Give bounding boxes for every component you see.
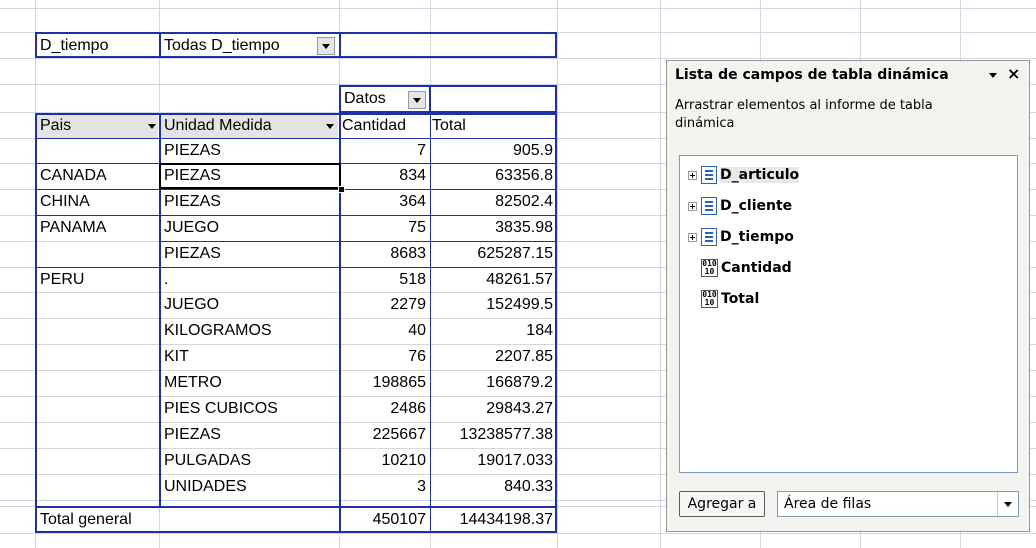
- page-field-divider-2: [339, 32, 341, 58]
- pivot-field-list-panel: Lista de campos de tabla dinámica × Arra…: [666, 60, 1030, 532]
- field-label: Total: [721, 291, 760, 307]
- field-label: D_tiempo: [720, 229, 794, 245]
- dimension-icon: [701, 228, 717, 246]
- page-field-divider: [159, 32, 161, 58]
- area-select[interactable]: Área de filas: [777, 491, 1019, 517]
- field-item[interactable]: 010 10 Cantidad: [701, 257, 792, 279]
- measure-icon: 010 10: [701, 259, 718, 277]
- field-item[interactable]: D_articulo: [688, 164, 800, 186]
- expand-plus-icon[interactable]: [688, 201, 697, 211]
- pivot-col-divider-3: [430, 113, 431, 533]
- measure-icon: 010 10: [701, 290, 718, 308]
- dimension-icon: [701, 197, 717, 215]
- group-separator: [35, 267, 557, 268]
- group-separator: [35, 189, 557, 190]
- row-separator: [160, 241, 557, 242]
- field-tree: D_articulo D_cliente D_tiempo 010 10 Cantida…: [679, 155, 1018, 473]
- grid-col-line: [660, 0, 661, 548]
- grid-row-line: [0, 533, 1036, 534]
- close-icon[interactable]: ×: [1007, 64, 1020, 83]
- field-label: D_cliente: [720, 198, 793, 214]
- field-item[interactable]: D_cliente: [688, 195, 792, 217]
- pivot-total-top: [35, 506, 557, 508]
- grid-row-line: [0, 8, 1036, 9]
- fill-handle[interactable]: [338, 186, 345, 193]
- grid-col-line: [557, 0, 558, 548]
- field-label: D_articulo: [720, 167, 800, 183]
- panel-title: Lista de campos de tabla dinámica: [675, 67, 949, 83]
- add-to-button[interactable]: Agregar a: [679, 491, 765, 517]
- field-item[interactable]: D_tiempo: [688, 226, 794, 248]
- data-header-border: [339, 85, 557, 113]
- data-header-divider: [429, 85, 431, 113]
- active-cell[interactable]: [159, 163, 341, 189]
- dimension-icon: [701, 166, 717, 184]
- page-field-border: [35, 32, 557, 58]
- area-select-value: Área de filas: [784, 496, 872, 512]
- panel-menu-icon[interactable]: [989, 73, 997, 78]
- expand-plus-icon[interactable]: [688, 232, 697, 242]
- panel-description: Arrastrar elementos al informe de tabla …: [675, 98, 933, 131]
- chevron-down-icon[interactable]: [997, 492, 1018, 516]
- expand-plus-icon[interactable]: [688, 170, 697, 180]
- pivot-header-bottom: [35, 138, 557, 139]
- grid-row-line: [0, 58, 1036, 59]
- field-item[interactable]: 010 10 Total: [701, 288, 759, 310]
- group-separator: [35, 215, 557, 216]
- field-label: Cantidad: [721, 260, 792, 276]
